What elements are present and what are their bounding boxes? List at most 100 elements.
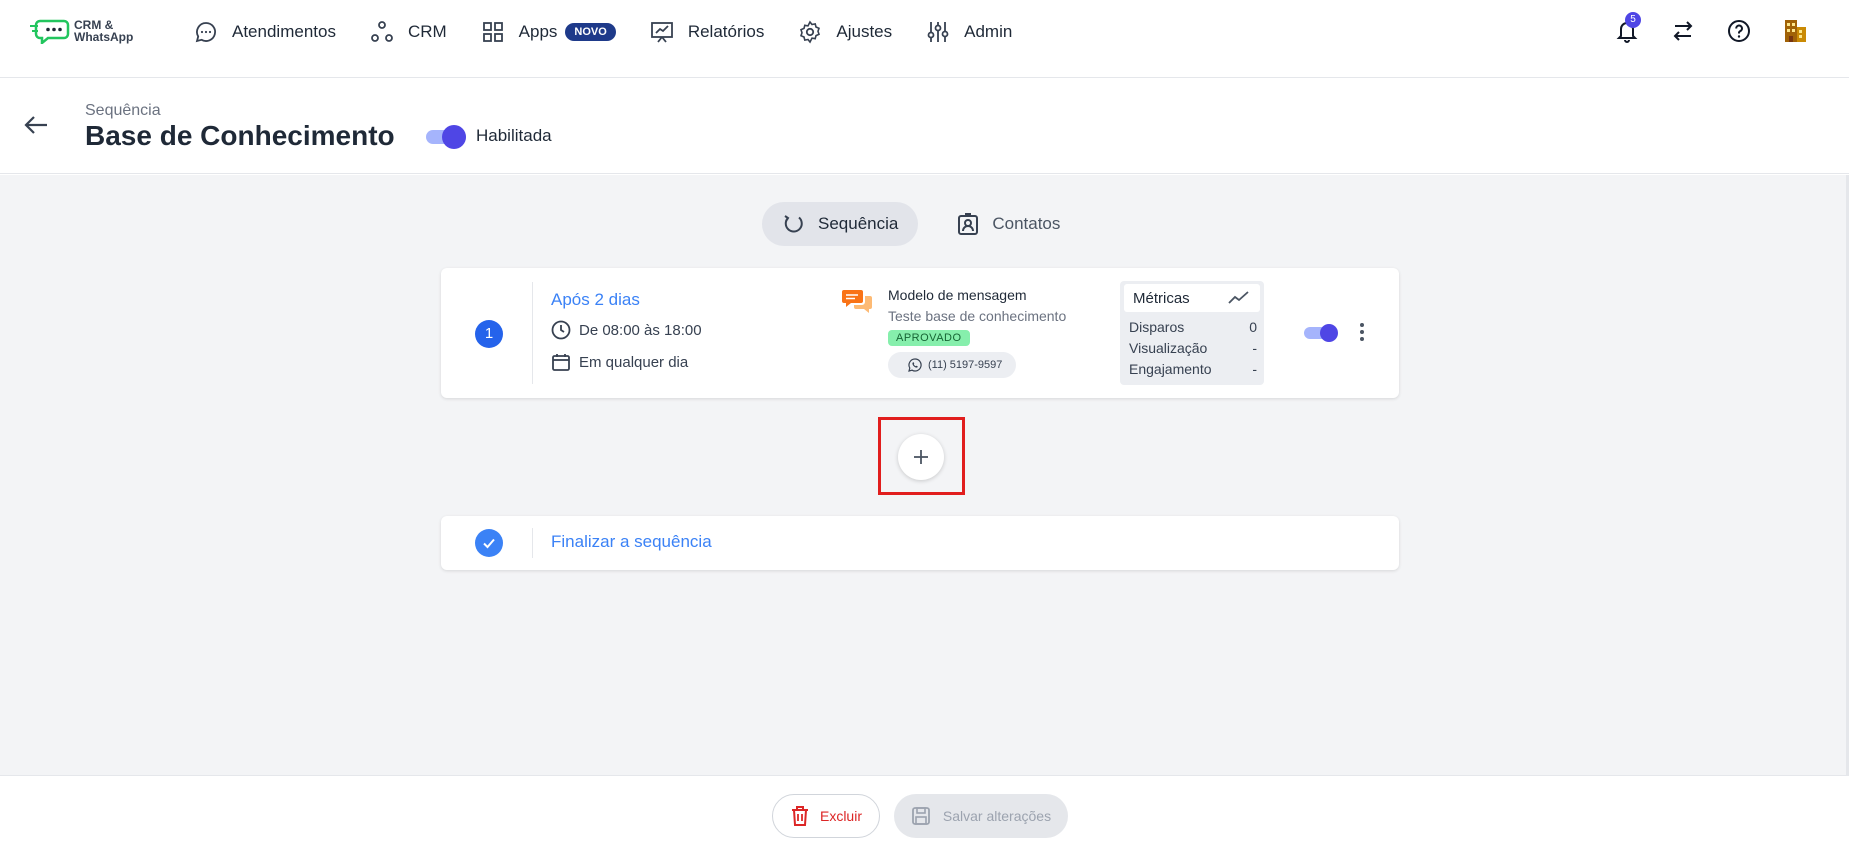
page-header: Sequência Base de Conhecimento Habilitad… [0,78,1849,174]
message-bubbles-icon [842,290,872,313]
message-preview-text: Teste base de conhecimento [888,308,1067,324]
tab-sequencia[interactable]: Sequência [762,202,919,246]
gear-icon [800,20,821,44]
step-enabled-toggle[interactable] [1304,323,1338,343]
metric-label: Visualização [1129,340,1208,356]
notifications-button[interactable]: 5 [1613,12,1641,46]
tab-contatos[interactable]: Contatos [936,202,1080,246]
metric-value: - [1252,340,1257,356]
logo-text: CRM & WhatsApp [74,19,133,43]
page-title: Base de Conhecimento [85,120,395,151]
step-more-options-button[interactable] [1356,320,1368,344]
building-icon [1785,20,1806,42]
metric-label: Disparos [1129,319,1185,335]
step-days-text: Em qualquer dia [579,353,689,371]
nav-label: CRM [407,22,447,41]
logo-line-2: WhatsApp [74,30,134,44]
kebab-dot [1360,323,1364,327]
app-logo[interactable]: CRM & WhatsApp [30,18,133,44]
save-label: Salvar alterações [942,808,1052,824]
new-badge: NOVO [565,23,616,41]
nav-label: Admin [964,22,1013,41]
approved-status-badge: APROVADO [888,330,970,346]
tab-label: Sequência [818,214,899,233]
nav-item-admin[interactable]: Admin [926,18,1012,46]
sequence-step-card: 1 Após 2 dias De 08:00 às 18:00 Em qualq… [441,268,1399,398]
trend-line-icon [1228,291,1249,304]
nav-item-relatorios[interactable]: Relatórios [650,18,765,46]
toggle-knob [442,125,466,149]
metric-label: Engajamento [1129,361,1212,377]
main-nav: Atendimentos CRM Apps NOVO Relatórios Aj… [194,18,1046,46]
delete-button[interactable]: Excluir [772,794,880,838]
metric-row-disparos: Disparos 0 [1129,319,1257,335]
kebab-dot [1360,330,1364,334]
whatsapp-icon [908,358,922,372]
clock-icon [551,320,571,340]
metrics-header[interactable]: Métricas [1124,284,1260,312]
nav-label: Relatórios [687,22,765,41]
calendar-icon [552,354,570,371]
back-arrow-icon[interactable] [22,111,50,139]
step-time-text: De 08:00 às 18:00 [579,321,702,339]
sender-phone-chip: (11) 5197-9597 [888,352,1017,378]
divider [532,528,533,558]
top-navbar: CRM & WhatsApp Atendimentos CRM Apps NOV… [0,0,1849,78]
metric-value: - [1252,361,1257,377]
footer-actions: Excluir Salvar alterações [0,775,1849,846]
sender-phone-text: (11) 5197-9597 [928,359,1003,371]
top-actions: 5 [1613,12,1809,46]
tab-bar: Sequência Contatos [762,202,1080,246]
nav-label: Atendimentos [232,22,336,41]
sliders-icon [927,22,949,42]
grid-icon [482,22,503,42]
help-button[interactable] [1725,16,1753,46]
delete-label: Excluir [819,808,862,824]
divider [532,282,533,384]
step-days: Em qualquer dia [551,352,688,372]
logo-icon [30,19,70,44]
nav-item-crm[interactable]: CRM [370,18,447,46]
notification-count-badge: 5 [1625,12,1641,28]
message-template-preview: Teste base de conhecimento [888,308,1068,324]
nav-label: Apps [518,22,558,41]
save-changes-button[interactable]: Salvar alterações [894,794,1068,838]
contact-card-icon [958,213,979,235]
step-number-badge: 1 [475,320,503,348]
check-circle-icon [475,529,503,557]
presentation-chart-icon [650,22,673,43]
metric-value: 0 [1249,319,1257,335]
help-circle-icon [1728,20,1750,42]
message-template-title: Modelo de mensagem [888,287,1027,303]
check-icon [483,538,495,549]
add-step-button[interactable] [898,434,944,480]
metric-row-engajamento: Engajamento - [1129,361,1257,377]
breadcrumb: Sequência [85,102,161,119]
floppy-disk-icon [912,807,930,825]
metric-row-visualizacao: Visualização - [1129,340,1257,356]
nav-item-atendimentos[interactable]: Atendimentos [194,18,336,46]
step-delay-link[interactable]: Após 2 dias [551,290,640,310]
tab-label: Contatos [992,214,1061,233]
metrics-panel: Métricas Disparos 0 Visualização - Engaj… [1120,281,1264,385]
network-icon [371,21,393,42]
nav-item-apps[interactable]: Apps NOVO [481,18,616,46]
end-sequence-card: Finalizar a sequência [441,516,1399,570]
toggle-label: Habilitada [476,126,552,145]
nav-label: Ajustes [836,22,893,41]
sequence-enabled-toggle[interactable] [426,125,466,149]
nav-item-ajustes[interactable]: Ajustes [798,18,892,46]
kebab-dot [1360,337,1364,341]
plus-icon [914,450,928,464]
metrics-title: Métricas [1133,289,1190,307]
main-content: Sequência Contatos 1 Após 2 dias De 08:0… [0,175,1846,775]
end-sequence-link[interactable]: Finalizar a sequência [551,532,712,552]
company-button[interactable] [1781,16,1809,46]
step-time-window: De 08:00 às 18:00 [551,320,702,340]
swap-arrows-icon [1673,21,1693,41]
chat-bubble-icon [195,22,216,43]
toggle-knob [1320,324,1338,342]
switch-button[interactable] [1669,16,1697,46]
trash-icon [791,806,808,826]
cycle-arrows-icon [784,215,803,233]
